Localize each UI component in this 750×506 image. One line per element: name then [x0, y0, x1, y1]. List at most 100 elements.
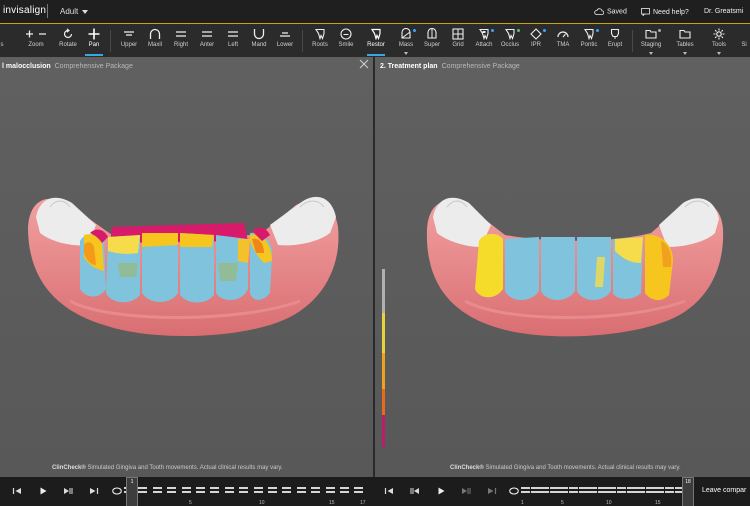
- right-view-button[interactable]: Right: [168, 27, 194, 55]
- stage-tick[interactable]: [152, 491, 162, 493]
- stage-tick[interactable]: [210, 487, 220, 489]
- superimpose-button[interactable]: Super: [419, 27, 445, 55]
- tools-button[interactable]: Tools: [706, 27, 732, 55]
- skip-to-start-icon[interactable]: [384, 486, 394, 496]
- stage-tick[interactable]: [325, 491, 335, 493]
- stage-tick[interactable]: [569, 487, 578, 489]
- stage-tick[interactable]: [253, 487, 263, 489]
- stage-tick[interactable]: [549, 491, 559, 493]
- maxillary-button[interactable]: Maxil: [142, 27, 168, 55]
- stage-tick[interactable]: [530, 491, 540, 493]
- stage-tick[interactable]: [196, 487, 205, 489]
- stage-cursor[interactable]: 18: [682, 477, 694, 506]
- stage-tick[interactable]: [645, 491, 655, 493]
- stage-tick[interactable]: [224, 487, 234, 489]
- tool-partial[interactable]: s: [0, 27, 15, 55]
- stage-slider[interactable]: 1 5 10 15 17: [124, 477, 374, 506]
- stage-tick[interactable]: [636, 487, 646, 489]
- stage-tick[interactable]: [340, 487, 349, 489]
- step-forward-icon[interactable]: [461, 486, 471, 496]
- stage-tick[interactable]: [559, 491, 569, 493]
- grid-button[interactable]: Grid: [445, 27, 471, 55]
- stage-tick[interactable]: [665, 491, 674, 493]
- stage-cursor[interactable]: 1: [126, 477, 138, 506]
- stage-tick[interactable]: [167, 487, 177, 489]
- stage-tick[interactable]: [138, 491, 148, 493]
- step-forward-icon[interactable]: [63, 486, 73, 496]
- stage-tick[interactable]: [559, 487, 569, 489]
- user-menu[interactable]: Dr. Greatsmi: [704, 8, 743, 15]
- stage-tick[interactable]: [181, 491, 191, 493]
- stage-tick[interactable]: [607, 491, 617, 493]
- attachment-button[interactable]: Attach: [471, 27, 497, 55]
- play-icon[interactable]: [436, 486, 446, 496]
- play-icon[interactable]: [38, 486, 48, 496]
- stage-tick[interactable]: [196, 491, 205, 493]
- stage-tick[interactable]: [340, 491, 349, 493]
- lower-button[interactable]: Lower: [272, 27, 298, 55]
- roots-button[interactable]: Roots: [307, 27, 333, 55]
- stage-tick[interactable]: [617, 491, 626, 493]
- stage-tick[interactable]: [239, 491, 249, 493]
- stage-tick[interactable]: [588, 491, 598, 493]
- skip-to-end-icon[interactable]: [89, 486, 99, 496]
- stage-tick[interactable]: [588, 487, 598, 489]
- rotate-button[interactable]: Rotate: [55, 27, 81, 55]
- stage-tick[interactable]: [578, 491, 588, 493]
- tool-partial-right[interactable]: Si: [737, 27, 750, 55]
- stage-tick[interactable]: [268, 491, 277, 493]
- stage-tick[interactable]: [167, 491, 177, 493]
- stage-slider[interactable]: 18 1 5 10 15: [521, 477, 697, 506]
- stage-tick[interactable]: [311, 491, 321, 493]
- viewport-treatment-plan[interactable]: 2. Treatment plan Comprehensive Package C…: [375, 57, 750, 477]
- stage-tick[interactable]: [665, 487, 674, 489]
- tables-button[interactable]: Tables: [672, 27, 698, 55]
- overcorrection-toggle-icon[interactable]: [112, 486, 122, 496]
- stage-tick[interactable]: [210, 491, 220, 493]
- anterior-view-button[interactable]: Anter: [194, 27, 220, 55]
- stage-tick[interactable]: [645, 487, 655, 489]
- stage-tick[interactable]: [636, 491, 646, 493]
- stage-tick[interactable]: [354, 487, 364, 489]
- skip-to-start-icon[interactable]: [12, 486, 22, 496]
- pan-button[interactable]: Pan: [81, 27, 107, 56]
- ipr-button[interactable]: IPR: [523, 27, 549, 55]
- stage-tick[interactable]: [540, 487, 550, 489]
- stage-tick[interactable]: [268, 487, 277, 489]
- stage-tick[interactable]: [578, 487, 588, 489]
- stage-tick[interactable]: [607, 487, 617, 489]
- mass-button[interactable]: Mass: [393, 27, 419, 55]
- stage-tick[interactable]: [282, 491, 292, 493]
- stage-tick[interactable]: [655, 491, 665, 493]
- stage-tick[interactable]: [152, 487, 162, 489]
- staging-button[interactable]: Staging: [638, 27, 664, 55]
- stage-tick[interactable]: [181, 487, 191, 489]
- step-back-icon[interactable]: [410, 486, 420, 496]
- stage-tick[interactable]: [521, 487, 530, 489]
- stage-tick[interactable]: [617, 487, 626, 489]
- help-button[interactable]: Need help?: [641, 8, 689, 16]
- stage-tick[interactable]: [540, 491, 550, 493]
- stage-tick[interactable]: [655, 487, 665, 489]
- pontic-button[interactable]: Pontic: [576, 27, 602, 55]
- stage-tick[interactable]: [224, 491, 234, 493]
- stage-tick[interactable]: [253, 491, 263, 493]
- stage-tick[interactable]: [296, 487, 306, 489]
- occlusion-button[interactable]: Occlus: [497, 27, 523, 55]
- stage-tick[interactable]: [354, 491, 364, 493]
- restoration-button[interactable]: Restor: [363, 27, 389, 56]
- stage-tick[interactable]: [296, 491, 306, 493]
- stage-tick[interactable]: [138, 487, 148, 489]
- viewport-malocclusion[interactable]: l malocclusion Comprehensive Package Cli…: [0, 57, 373, 477]
- tma-button[interactable]: TMA: [550, 27, 576, 55]
- eruption-button[interactable]: Erupt: [602, 27, 628, 55]
- stage-tick[interactable]: [530, 487, 540, 489]
- stage-tick[interactable]: [282, 487, 292, 489]
- overcorrection-toggle-icon[interactable]: [509, 486, 519, 496]
- stage-tick[interactable]: [597, 491, 607, 493]
- smile-button[interactable]: Smile: [333, 27, 359, 55]
- skip-to-end-icon[interactable]: [487, 486, 497, 496]
- stage-tick[interactable]: [325, 487, 335, 489]
- upper-button[interactable]: Upper: [116, 27, 142, 55]
- mode-dropdown[interactable]: Adult: [60, 7, 89, 16]
